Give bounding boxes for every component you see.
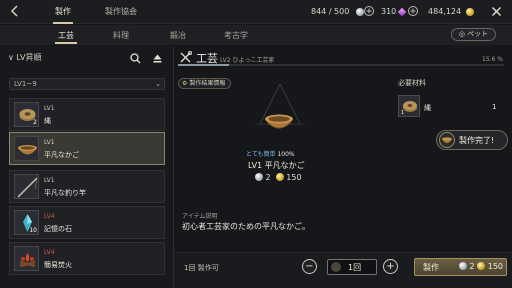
required-material-thumbnail[interactable]: 1 (398, 95, 420, 117)
craft-info-label: 製作結果情報 (189, 80, 226, 87)
sort-order-icon[interactable] (152, 53, 163, 64)
pet-label: ペット (467, 30, 489, 38)
craft-complete-button[interactable]: 製作完了! (436, 130, 508, 150)
basket-icon (439, 132, 455, 148)
gold-coin-icon (477, 262, 486, 270)
required-materials-title: 必要材料 (398, 79, 426, 87)
tab-handicraft[interactable]: 工芸 (55, 30, 77, 44)
search-icon[interactable] (130, 53, 141, 64)
sort-label: LV昇順 (16, 53, 42, 62)
progress-fill (178, 64, 229, 66)
increase-quantity-button[interactable]: + (383, 259, 398, 274)
handicraft-tools-icon (180, 51, 192, 63)
cost-silver: 2 (265, 173, 271, 182)
item-thumbnail: 10 (14, 210, 39, 235)
item-name: 簡易焚火 (44, 261, 72, 269)
craftable-suffix: 回 製作可 (188, 264, 219, 272)
bonfire-icon (19, 253, 36, 268)
tab-smithing[interactable]: 鍛冶 (170, 30, 186, 41)
sort-header[interactable]: ∨ LV昇順 (8, 52, 41, 63)
item-thumbnail (14, 174, 39, 199)
item-name: 縄 (44, 117, 51, 125)
energy-add-icon[interactable] (364, 6, 374, 16)
recipe-item-basket[interactable]: LV1 平凡なかご (9, 132, 165, 165)
material-owned-count: 1 (401, 110, 405, 116)
item-name: 平凡な釣り竿 (44, 189, 86, 197)
gem-add-icon[interactable] (408, 6, 418, 16)
gold-icon (466, 8, 474, 16)
item-level: LV1 (44, 177, 55, 184)
item-level: LV1 (44, 105, 55, 112)
basket-icon (265, 114, 293, 129)
close-icon[interactable] (491, 6, 502, 17)
pet-button[interactable]: ◎ ペット (451, 28, 496, 41)
item-level: LV4 (44, 249, 55, 256)
gold-value: 484,124 (428, 7, 462, 16)
chance-label: とても簡単 (246, 151, 276, 158)
craft-cost-gold: 150 (487, 262, 504, 271)
cost-gold: 150 (286, 173, 302, 182)
decrease-quantity-button[interactable]: − (302, 259, 317, 274)
basket-icon (18, 145, 37, 155)
tab-crafting-association[interactable]: 製作協会 (105, 6, 137, 17)
energy-value: 844 / 500 (311, 7, 350, 16)
item-level: LV1 (44, 139, 55, 146)
item-description: 初心者工芸家のための平凡なかご。 (182, 222, 310, 231)
progress-percent: 15.6 % (482, 56, 503, 63)
item-level: LV4 (44, 213, 55, 220)
item-name: 平凡なかご (44, 151, 79, 159)
success-chance: とても簡単 100% (246, 149, 295, 158)
info-icon: ⚙ (182, 80, 188, 87)
gem-value: 310 (381, 7, 397, 16)
recipe-item-rope[interactable]: 2 LV1 縄 (9, 98, 165, 131)
chevron-down-icon: ∨ (8, 53, 14, 62)
silver-coin-icon (459, 262, 467, 270)
item-count: 2 (33, 119, 37, 126)
chevron-down-icon: ⌄ (155, 80, 161, 88)
craftable-count: 1回 製作可 (184, 263, 219, 273)
paw-icon: ◎ (458, 30, 465, 38)
silver-coin-icon (255, 173, 263, 181)
craft-cost-silver: 2 (469, 262, 475, 271)
back-arrow-icon[interactable] (8, 4, 22, 18)
chance-value: 100% (277, 151, 295, 158)
profession-rank: LV2 ひよっこ工芸家 (220, 57, 275, 64)
quantity-value: 1回 (348, 263, 362, 272)
required-material-qty: 1 (492, 103, 497, 111)
item-thumbnail (14, 136, 39, 161)
item-thumbnail: 2 (14, 102, 39, 127)
quantity-input[interactable]: 1回 (327, 259, 377, 275)
item-name: 記憶の石 (44, 225, 72, 233)
profession-progress-bar (178, 64, 504, 66)
item-count: 10 (29, 227, 37, 234)
recipe-item-fishing-rod[interactable]: LV1 平凡な釣り竿 (9, 170, 165, 203)
basket-icon (331, 262, 341, 272)
filter-label: LV1~9 (14, 80, 37, 88)
fishing-rod-icon (17, 177, 38, 198)
craft-cost: 2 150 (255, 173, 302, 182)
recipe-item-bonfire[interactable]: LV4 簡易焚火 (9, 242, 165, 275)
energy-icon (356, 8, 364, 16)
craft-result-info-button[interactable]: ⚙ 製作結果情報 (178, 78, 232, 89)
selected-item-name: LV1 平凡なかご (248, 161, 305, 170)
tab-crafting[interactable]: 製作 (53, 6, 73, 24)
craft-button-cost: 2 150 (459, 262, 503, 271)
tab-archaeology[interactable]: 考古学 (224, 30, 248, 41)
gold-coin-icon (275, 173, 284, 181)
level-filter-dropdown[interactable]: LV1~9 ⌄ (9, 78, 165, 90)
tab-cooking[interactable]: 料理 (113, 30, 129, 41)
craft-complete-label: 製作完了! (459, 136, 495, 145)
craft-button-label: 製作 (423, 263, 439, 272)
craft-button[interactable]: 製作 2 150 (414, 258, 507, 276)
item-thumbnail (14, 246, 39, 271)
item-description-label: アイテム説明 (182, 213, 218, 220)
recipe-item-memory-stone[interactable]: 10 LV4 記憶の石 (9, 206, 165, 239)
required-material-name: 縄 (424, 104, 431, 112)
